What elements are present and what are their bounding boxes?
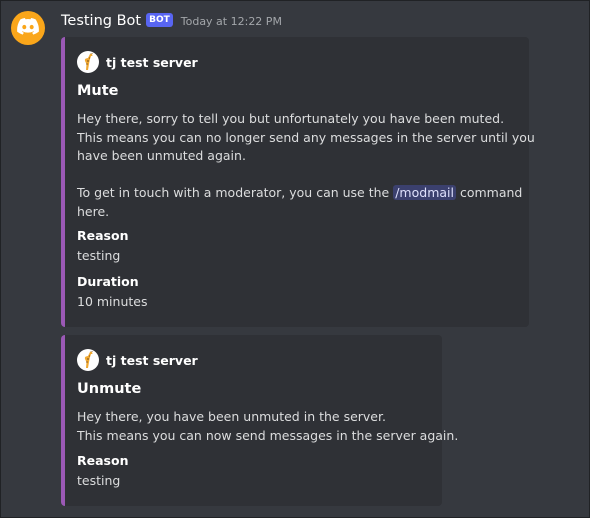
message-header: Testing Bot BOT Today at 12:22 PM bbox=[61, 13, 282, 29]
description-line: have been unmuted again. bbox=[77, 148, 246, 163]
username[interactable]: Testing Bot bbox=[61, 13, 141, 29]
bot-tag-badge: BOT bbox=[146, 13, 173, 27]
embed-author-name[interactable]: tj test server bbox=[106, 55, 198, 70]
embed-title: Mute bbox=[77, 83, 119, 99]
embed-author-name[interactable]: tj test server bbox=[106, 353, 198, 368]
description-line: To get in touch with a moderator, you ca… bbox=[77, 184, 535, 203]
field-name-reason: Reason bbox=[77, 453, 129, 468]
description-line: This means you can no longer send any me… bbox=[77, 129, 535, 145]
embed-mute: tj test server Mute Hey there, sorry to … bbox=[61, 37, 535, 327]
field-name-duration: Duration bbox=[77, 274, 139, 289]
description-text: command bbox=[455, 185, 523, 200]
modmail-command-mention[interactable]: /modmail bbox=[393, 185, 456, 200]
giraffe-icon bbox=[77, 51, 99, 73]
description-text: To get in touch with a moderator, you ca… bbox=[77, 185, 394, 200]
description-line: Hey there, you have been unmuted in the … bbox=[77, 409, 386, 424]
discord-logo-icon bbox=[17, 17, 39, 39]
giraffe-icon bbox=[77, 349, 99, 371]
embed-author: tj test server bbox=[77, 51, 198, 73]
embed-title: Unmute bbox=[77, 381, 142, 397]
embed-description: Hey there, you have been unmuted in the … bbox=[77, 408, 458, 445]
field-value-duration: 10 minutes bbox=[77, 294, 148, 309]
field-value-reason: testing bbox=[77, 473, 121, 488]
description-line: here. bbox=[77, 203, 110, 219]
embed-description: Hey there, sorry to tell you but unfortu… bbox=[77, 110, 535, 221]
field-value-reason: testing bbox=[77, 248, 121, 263]
bot-avatar[interactable] bbox=[11, 11, 45, 45]
description-line: This means you can now send messages in … bbox=[77, 427, 459, 443]
description-line: Hey there, sorry to tell you but unfortu… bbox=[77, 111, 505, 126]
embed-unmute: tj test server Unmute Hey there, you hav… bbox=[61, 335, 458, 506]
chat-message-area: Testing Bot BOT Today at 12:22 PM tj tes… bbox=[0, 0, 590, 518]
message-timestamp[interactable]: Today at 12:22 PM bbox=[181, 15, 282, 28]
embed-author: tj test server bbox=[77, 349, 198, 371]
field-name-reason: Reason bbox=[77, 228, 129, 243]
